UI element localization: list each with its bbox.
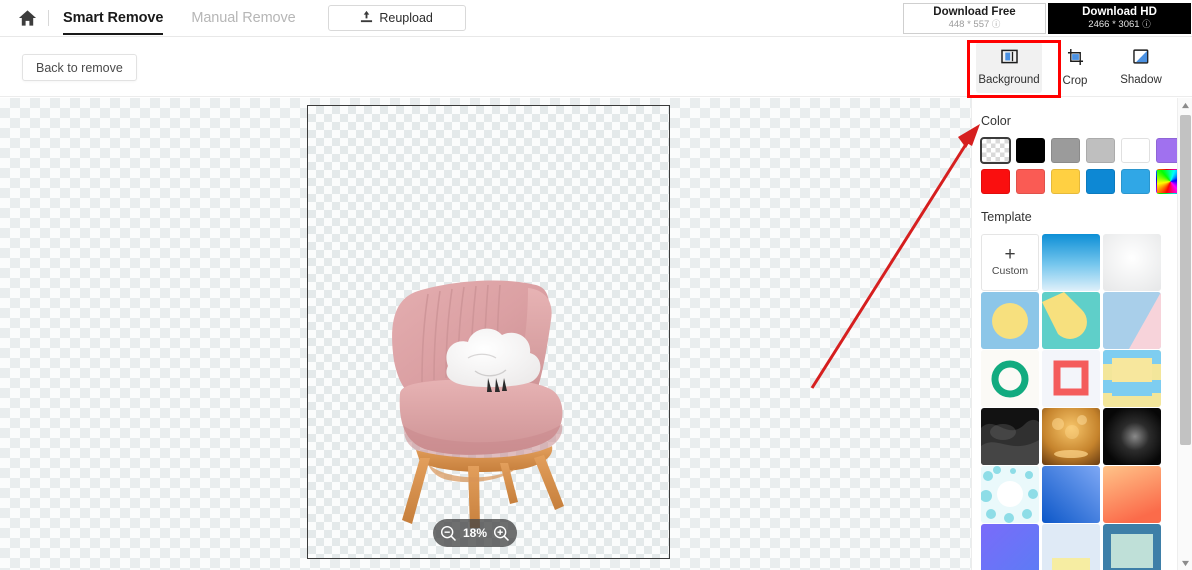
zoom-in-icon[interactable] bbox=[493, 525, 510, 542]
template-golden-bokeh-podium[interactable] bbox=[1042, 408, 1100, 465]
chevron-up-icon[interactable] bbox=[1178, 98, 1192, 112]
download-free-size: 448 * 557 ⓘ bbox=[948, 18, 1001, 31]
template-custom-label: Custom bbox=[991, 265, 1029, 277]
panel-scrollbar[interactable] bbox=[1177, 98, 1192, 570]
color-swatch-grid bbox=[980, 137, 1185, 194]
template-blue-pink-diagonal[interactable] bbox=[1103, 292, 1161, 349]
color-swatch-yellow[interactable] bbox=[1051, 169, 1080, 194]
color-swatch-transparent[interactable] bbox=[980, 137, 1011, 164]
sub-toolbar: Back to remove Background Crop Shadow bbox=[0, 38, 1192, 97]
zoom-control[interactable]: 18% bbox=[433, 519, 517, 547]
color-swatch-white[interactable] bbox=[1121, 138, 1150, 163]
template-orange-sunset-gradient[interactable] bbox=[1103, 466, 1161, 523]
header: Smart Remove Manual Remove Reupload Down… bbox=[0, 0, 1192, 37]
header-actions: Download Free 448 * 557 ⓘ Download HD 24… bbox=[903, 0, 1192, 37]
reupload-button[interactable]: Reupload bbox=[327, 5, 466, 31]
home-icon[interactable] bbox=[10, 0, 44, 37]
tool-background[interactable]: Background bbox=[976, 42, 1042, 93]
crop-icon bbox=[1067, 48, 1084, 70]
template-dark-radial-spotlight[interactable] bbox=[1103, 408, 1161, 465]
template-blue-yellow-bands[interactable] bbox=[1103, 350, 1161, 407]
download-hd-size-text: 2466 * 3061 bbox=[1088, 18, 1140, 30]
tool-shadow[interactable]: Shadow bbox=[1108, 42, 1174, 93]
tool-background-label: Background bbox=[978, 74, 1040, 86]
app-root: Smart Remove Manual Remove Reupload Down… bbox=[0, 0, 1192, 570]
tab-manual-remove[interactable]: Manual Remove bbox=[191, 0, 295, 37]
download-free-button[interactable]: Download Free 448 * 557 ⓘ bbox=[903, 3, 1046, 34]
background-panel: Color Template + Custom bbox=[971, 98, 1192, 570]
tool-shadow-label: Shadow bbox=[1120, 74, 1162, 86]
template-blue-sky-gradient[interactable] bbox=[1042, 234, 1100, 291]
header-divider bbox=[48, 10, 49, 26]
canvas-area[interactable]: 18% bbox=[0, 98, 971, 570]
template-teal-yellow-blob[interactable] bbox=[1042, 292, 1100, 349]
template-blue-stage-platform[interactable] bbox=[1103, 524, 1161, 570]
tool-group: Background Crop Shadow bbox=[976, 42, 1174, 93]
template-black-silk-smoke[interactable] bbox=[981, 408, 1039, 465]
tool-crop-label: Crop bbox=[1062, 74, 1088, 87]
template-purple-blue-gradient[interactable] bbox=[981, 524, 1039, 570]
color-swatch-sky-blue[interactable] bbox=[1121, 169, 1150, 194]
download-free-size-text: 448 * 557 bbox=[948, 18, 990, 30]
download-hd-button[interactable]: Download HD 2466 * 3061 ⓘ bbox=[1048, 3, 1191, 34]
scrollbar-thumb[interactable] bbox=[1180, 115, 1191, 445]
artwork-image bbox=[392, 280, 564, 528]
template-white-soft-glow[interactable] bbox=[1103, 234, 1161, 291]
plus-icon: + bbox=[1004, 244, 1016, 265]
color-swatch-black[interactable] bbox=[1016, 138, 1045, 163]
template-section-title: Template bbox=[981, 210, 1032, 224]
panel-content: Color Template + Custom bbox=[972, 98, 1185, 570]
color-section-title: Color bbox=[981, 114, 1011, 128]
tool-crop[interactable]: Crop bbox=[1042, 42, 1108, 93]
background-icon bbox=[1000, 49, 1018, 69]
zoom-level-label: 18% bbox=[462, 526, 488, 540]
color-swatch-salmon[interactable] bbox=[1016, 169, 1045, 194]
reupload-label: Reupload bbox=[379, 11, 433, 25]
color-swatch-gray[interactable] bbox=[1051, 138, 1080, 163]
back-to-remove-button[interactable]: Back to remove bbox=[22, 54, 137, 81]
color-swatch-red[interactable] bbox=[981, 169, 1010, 194]
download-hd-size: 2466 * 3061 ⓘ bbox=[1088, 18, 1151, 31]
zoom-out-icon[interactable] bbox=[440, 525, 457, 542]
template-blue-yellow-circle[interactable] bbox=[981, 292, 1039, 349]
color-swatch-light-gray[interactable] bbox=[1086, 138, 1115, 163]
upload-icon bbox=[360, 10, 373, 26]
info-icon[interactable]: ⓘ bbox=[1142, 19, 1151, 29]
template-grid: + Custom bbox=[981, 234, 1178, 570]
template-blue-gradient[interactable] bbox=[1042, 466, 1100, 523]
chevron-down-icon[interactable] bbox=[1178, 556, 1192, 570]
template-red-square-outline[interactable] bbox=[1042, 350, 1100, 407]
artboard[interactable]: 18% bbox=[307, 105, 670, 559]
tab-smart-remove[interactable]: Smart Remove bbox=[63, 0, 164, 37]
color-swatch-blue[interactable] bbox=[1086, 169, 1115, 194]
template-pale-blue-yellow[interactable] bbox=[1042, 524, 1100, 570]
shadow-icon bbox=[1133, 49, 1149, 69]
template-custom[interactable]: + Custom bbox=[981, 234, 1039, 291]
info-icon[interactable]: ⓘ bbox=[992, 19, 1001, 29]
template-green-ring[interactable] bbox=[981, 350, 1039, 407]
template-cyan-ice-crystal[interactable] bbox=[981, 466, 1039, 523]
